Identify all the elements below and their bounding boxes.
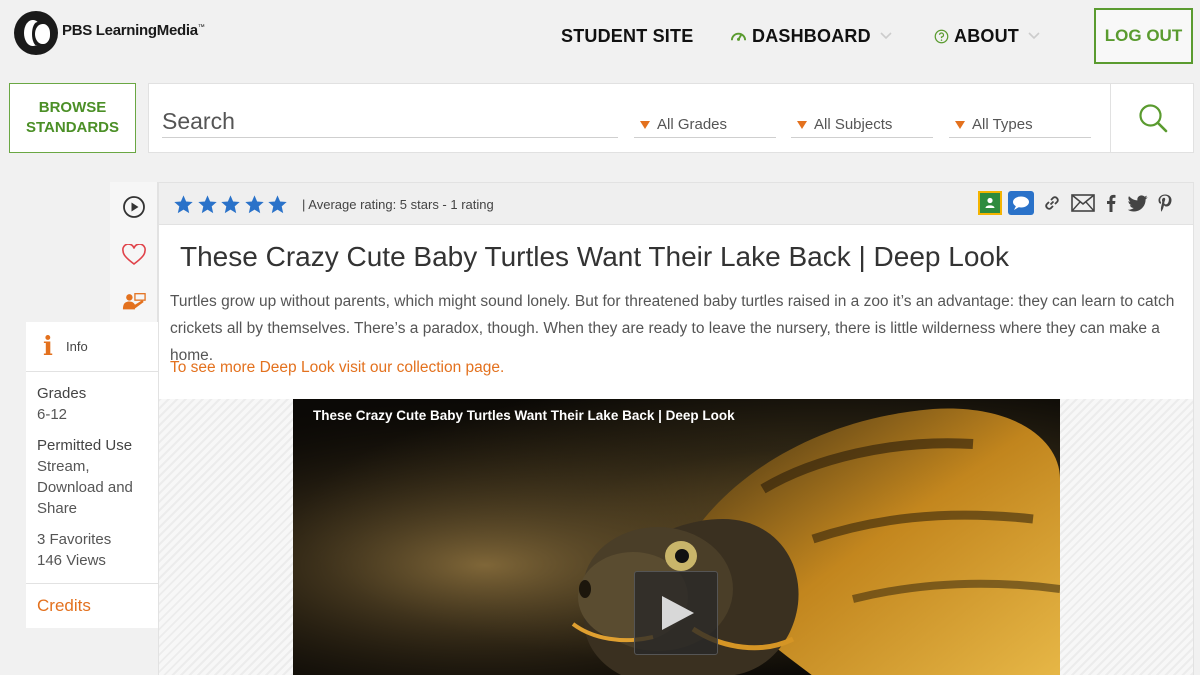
nav-dashboard-label: DASHBOARD xyxy=(752,25,871,46)
assign-to-students-button[interactable] xyxy=(122,290,146,314)
facebook-share-button[interactable] xyxy=(1101,190,1121,216)
grades-value: 6-12 xyxy=(37,406,68,423)
google-classroom-icon xyxy=(978,191,1002,215)
info-panel: i Info Grades 6-12 Permitted Use Stream,… xyxy=(26,322,158,628)
pbs-logo-icon xyxy=(14,11,58,55)
video-player[interactable]: These Crazy Cute Baby Turtles Want Their… xyxy=(293,399,1060,675)
star-icon[interactable] xyxy=(173,194,194,215)
search-icon xyxy=(1139,104,1168,133)
search-bar: All Grades All Subjects All Types xyxy=(148,83,1194,153)
comment-button[interactable] xyxy=(1008,190,1034,216)
browse-label-line1: BROWSE xyxy=(38,99,107,116)
star-icon[interactable] xyxy=(244,194,265,215)
permitted-use-value-3: Share xyxy=(37,500,78,517)
permitted-use-value-2: Download and xyxy=(37,479,133,496)
resource-description: Turtles grow up without parents, which m… xyxy=(170,293,1175,364)
info-tab[interactable]: i Info xyxy=(26,322,158,372)
star-icon[interactable] xyxy=(267,194,288,215)
resource-title: These Crazy Cute Baby Turtles Want Their… xyxy=(180,241,1009,272)
chevron-down-icon xyxy=(880,32,892,40)
facebook-icon xyxy=(1107,194,1116,212)
subjects-filter-select[interactable]: All Subjects xyxy=(791,112,933,138)
caret-down-icon xyxy=(640,120,650,129)
twitter-icon xyxy=(1128,194,1148,211)
credits-label: Credits xyxy=(37,596,91,615)
resource-card: | Average rating: 5 stars - 1 rating The… xyxy=(158,182,1194,675)
caret-down-icon xyxy=(797,120,807,129)
logout-button[interactable]: LOG OUT xyxy=(1094,8,1193,64)
email-icon xyxy=(1071,194,1095,212)
permitted-use-meta: Permitted Use Stream, Download and Share xyxy=(37,435,133,519)
pbs-learningmedia-logo[interactable]: PBS LearningMedia™ xyxy=(14,11,205,55)
video-play-button[interactable] xyxy=(634,571,718,655)
heart-icon xyxy=(122,244,146,266)
grades-filter-select[interactable]: All Grades xyxy=(634,112,776,138)
favorites-count: 3 Favorites xyxy=(37,531,112,548)
favorite-button[interactable] xyxy=(122,243,146,267)
grades-label: Grades xyxy=(37,385,87,402)
permitted-use-value-1: Stream, xyxy=(37,458,90,475)
star-rating[interactable] xyxy=(173,194,291,215)
teacher-icon xyxy=(122,293,146,310)
collection-page-link[interactable]: To see more Deep Look visit our collecti… xyxy=(170,359,504,377)
share-toolbar xyxy=(977,190,1180,216)
views-count: 146 Views xyxy=(37,552,106,569)
copy-link-button[interactable] xyxy=(1039,190,1065,216)
pinterest-icon xyxy=(1158,194,1172,212)
about-help-icon xyxy=(934,29,949,43)
video-title: These Crazy Cute Baby Turtles Want Their… xyxy=(313,408,735,423)
star-icon[interactable] xyxy=(220,194,241,215)
nav-student-site-label: STUDENT SITE xyxy=(561,25,694,46)
top-header: PBS LearningMedia™ STUDENT SITE DASHBOAR… xyxy=(0,0,1200,72)
link-icon xyxy=(1045,196,1059,210)
credits-link[interactable]: Credits xyxy=(26,583,158,628)
resource-action-column xyxy=(110,182,158,322)
nav-dashboard[interactable]: DASHBOARD xyxy=(730,24,892,48)
types-filter-value: All Types xyxy=(972,116,1033,133)
logout-label: LOG OUT xyxy=(1104,26,1183,45)
chevron-down-icon xyxy=(1028,32,1040,40)
play-circle-icon xyxy=(123,196,145,218)
search-input[interactable] xyxy=(162,106,618,138)
rating-bar: | Average rating: 5 stars - 1 rating xyxy=(159,183,1193,225)
stats-meta: 3 Favorites 146 Views xyxy=(37,529,111,571)
logo-text: PBS LearningMedia™ xyxy=(62,21,205,39)
subjects-filter-value: All Subjects xyxy=(814,116,893,133)
twitter-share-button[interactable] xyxy=(1126,190,1150,216)
google-classroom-button[interactable] xyxy=(977,190,1003,216)
email-share-button[interactable] xyxy=(1070,190,1096,216)
average-rating-text: | Average rating: 5 stars - 1 rating xyxy=(302,197,494,212)
caret-down-icon xyxy=(955,120,965,129)
dashboard-gauge-icon xyxy=(730,32,747,41)
search-button[interactable] xyxy=(1110,83,1195,153)
play-resource-button[interactable] xyxy=(122,195,146,219)
pinterest-share-button[interactable] xyxy=(1155,190,1175,216)
grades-filter-value: All Grades xyxy=(657,116,728,133)
nav-about[interactable]: ABOUT xyxy=(934,24,1040,48)
nav-student-site[interactable]: STUDENT SITE xyxy=(561,24,693,48)
browse-standards-button[interactable]: BROWSE STANDARDS xyxy=(9,83,136,153)
comment-icon xyxy=(1008,191,1034,215)
video-area: These Crazy Cute Baby Turtles Want Their… xyxy=(159,399,1193,675)
types-filter-select[interactable]: All Types xyxy=(949,112,1091,138)
info-tab-label: Info xyxy=(66,339,88,354)
play-icon xyxy=(662,596,694,630)
permitted-use-label: Permitted Use xyxy=(37,437,133,454)
grades-meta: Grades 6-12 xyxy=(37,383,86,425)
browse-label-line2: STANDARDS xyxy=(25,119,120,136)
star-icon[interactable] xyxy=(197,194,218,215)
info-icon: i xyxy=(43,331,53,362)
nav-about-label: ABOUT xyxy=(954,25,1019,46)
